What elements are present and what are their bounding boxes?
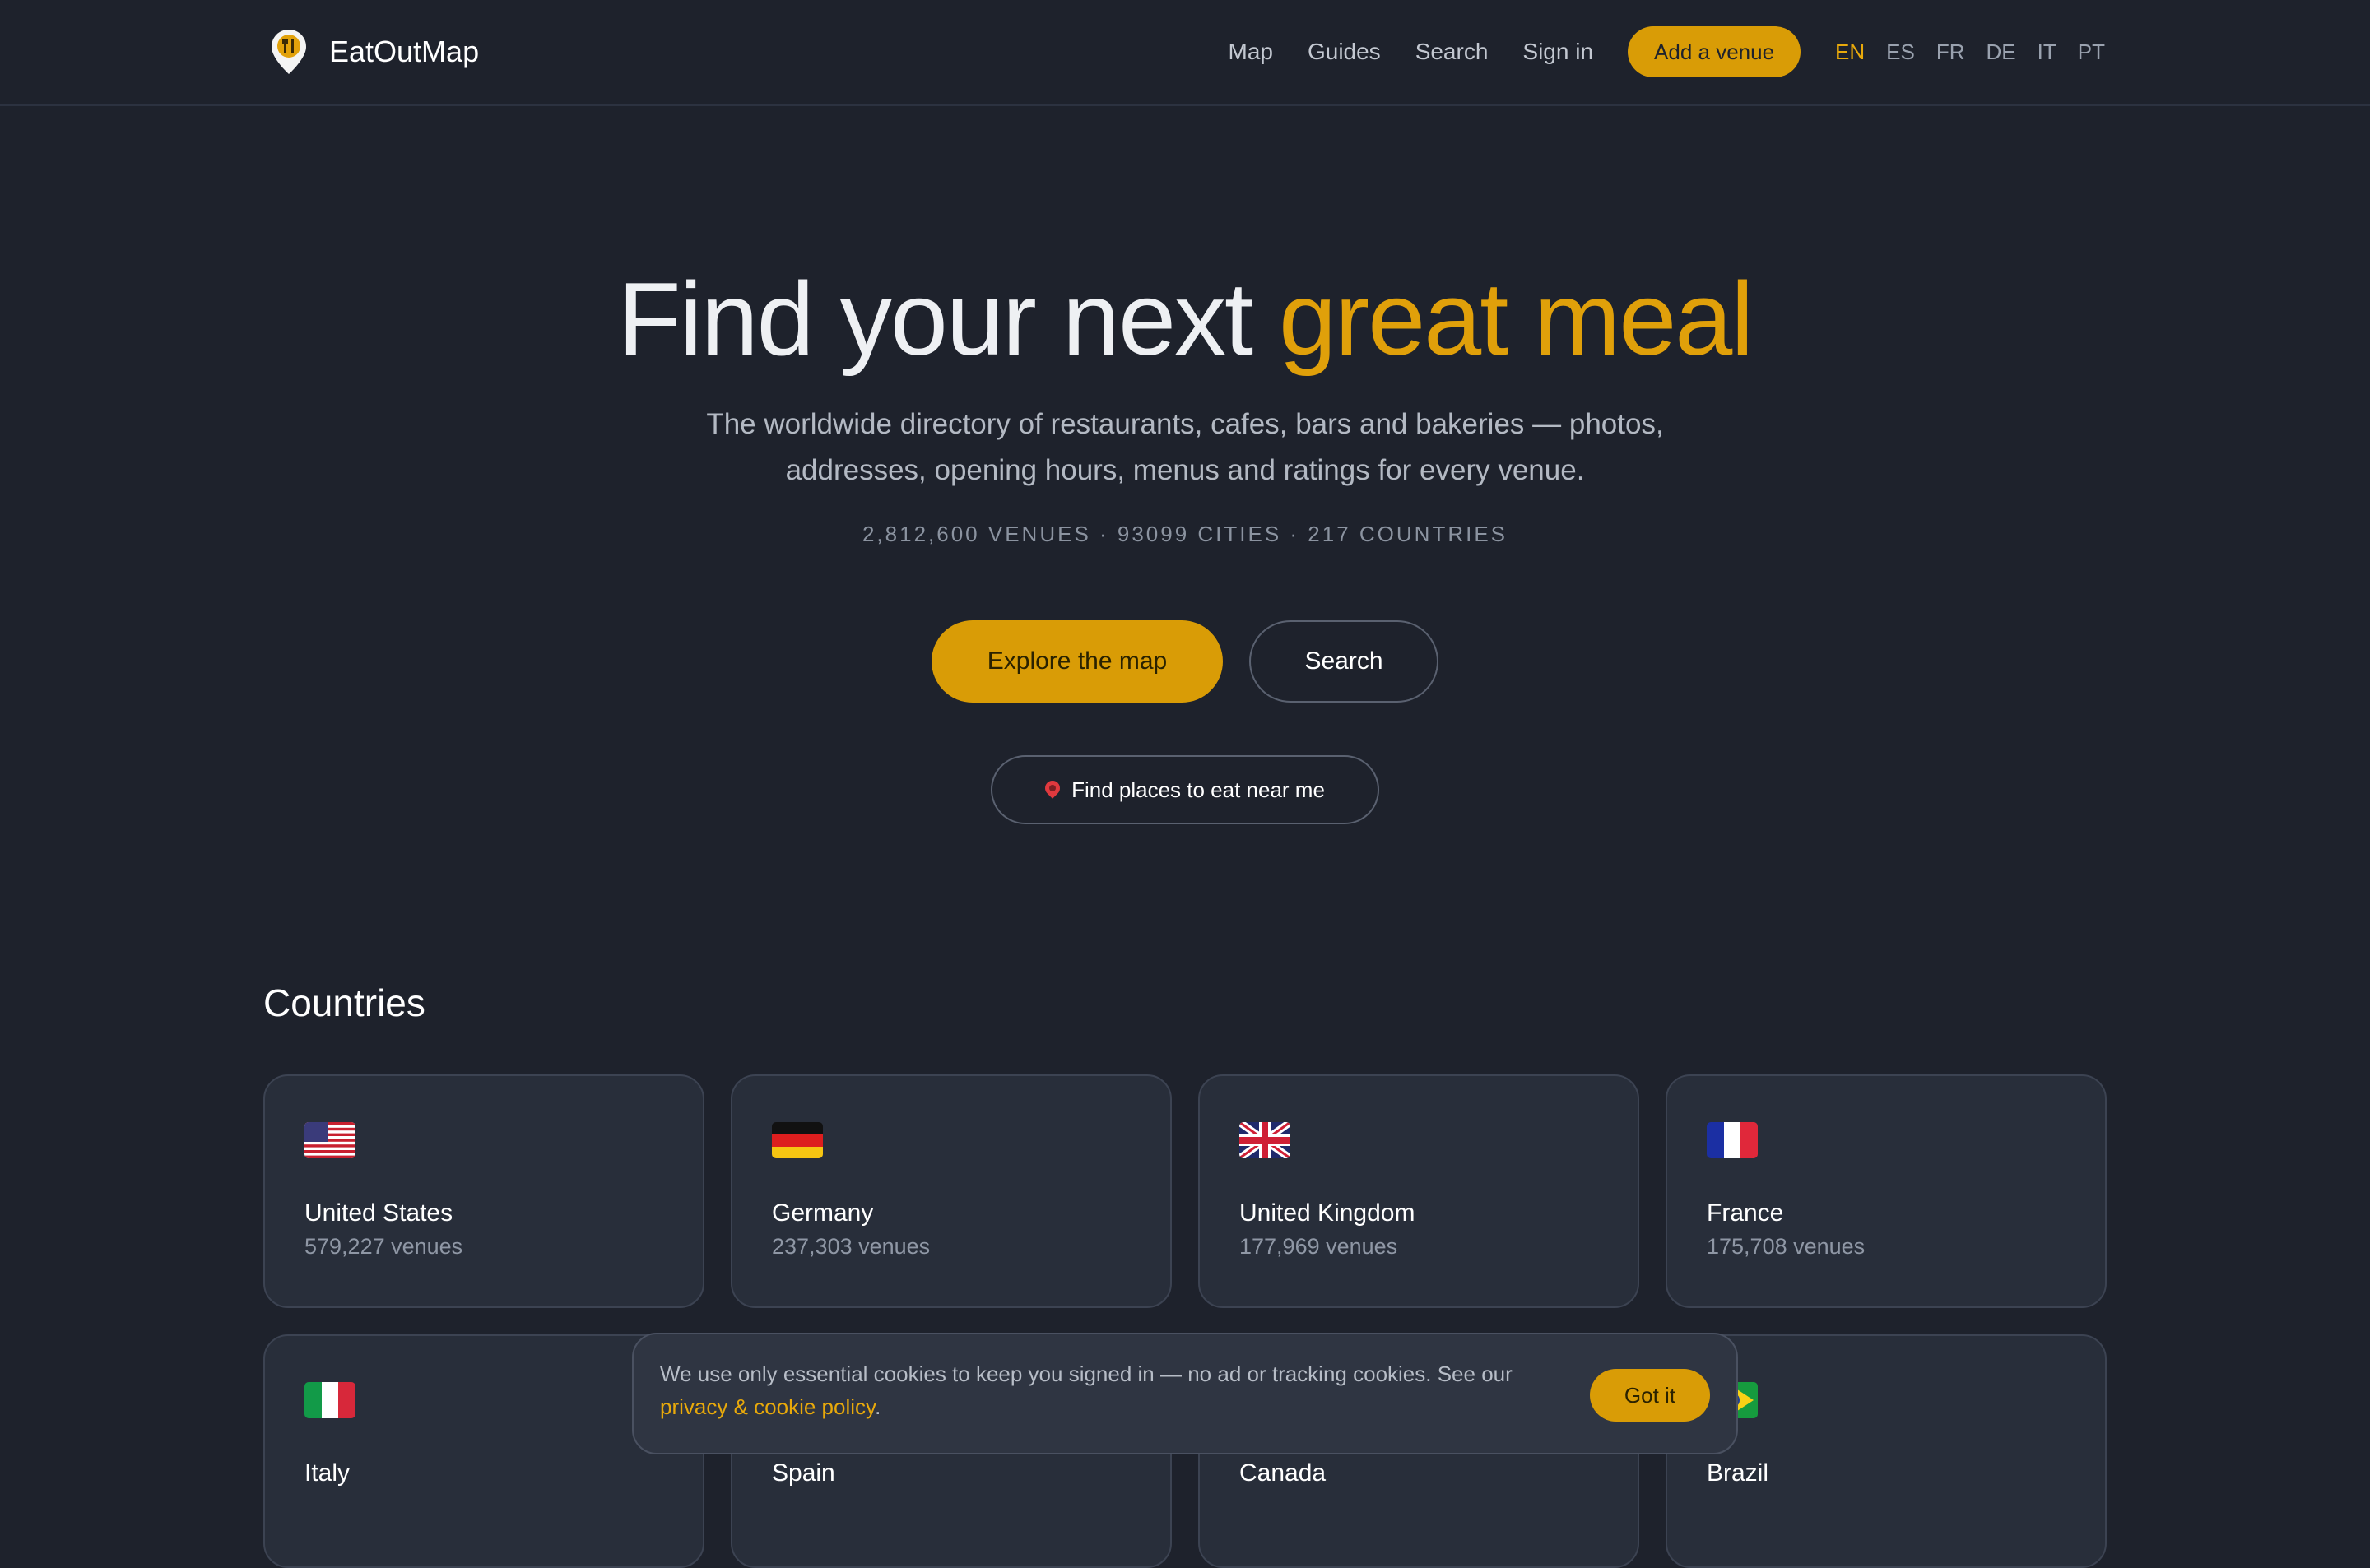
country-name: Canada <box>1239 1459 1327 1487</box>
country-card-us[interactable]: United States 579,227 venues <box>263 1074 704 1308</box>
main-nav: Map Guides Search Sign in Add a venue EN… <box>1229 25 2105 79</box>
venue-count: 177,969 venues <box>1239 1234 1398 1259</box>
de-flag-icon <box>772 1122 823 1158</box>
brand-link[interactable]: EatOutMap <box>270 28 479 76</box>
cookie-banner: We use only essential cookies to keep yo… <box>632 1333 1738 1454</box>
explore-map-button[interactable]: Explore the map <box>932 620 1223 703</box>
country-card-gb[interactable]: United Kingdom 177,969 venues <box>1198 1074 1639 1308</box>
hero-title-accent: great meal <box>1279 261 1754 377</box>
lang-de[interactable]: DE <box>1987 39 2016 65</box>
search-button[interactable]: Search <box>1249 620 1438 703</box>
venue-count: 579,227 venues <box>304 1234 463 1259</box>
lang-es[interactable]: ES <box>1886 39 1915 65</box>
hero-subtitle: The worldwide directory of restaurants, … <box>706 408 1664 486</box>
language-switcher: EN ES FR DE IT PT <box>1835 39 2105 65</box>
venue-count: 237,303 venues <box>772 1234 931 1259</box>
lang-fr[interactable]: FR <box>1936 39 1965 65</box>
lang-it[interactable]: IT <box>2038 39 2056 65</box>
map-pin-logo-icon <box>270 28 308 76</box>
country-name: Brazil <box>1707 1459 1769 1487</box>
lang-pt[interactable]: PT <box>2078 39 2105 65</box>
country-name: Spain <box>772 1459 835 1487</box>
nav-map[interactable]: Map <box>1229 39 1273 65</box>
hero-stats: 2,812,600 VENUES · 93099 CITIES · 217 CO… <box>862 522 1508 546</box>
find-near-me-button[interactable]: Find places to eat near me <box>991 755 1379 824</box>
location-pin-icon <box>1042 777 1063 799</box>
country-name: Germany <box>772 1199 874 1227</box>
cookie-text: We use only essential cookies to keep yo… <box>660 1357 1565 1423</box>
venue-count: 175,708 venues <box>1707 1234 1866 1259</box>
country-name: United States <box>304 1199 453 1227</box>
country-name: United Kingdom <box>1239 1199 1415 1227</box>
add-venue-button[interactable]: Add a venue <box>1628 26 1801 77</box>
cookie-message: We use only essential cookies to keep yo… <box>660 1362 1513 1386</box>
country-name: Italy <box>304 1459 351 1487</box>
cookie-policy-link[interactable]: privacy & cookie policy <box>660 1394 875 1419</box>
country-card-de[interactable]: Germany 237,303 venues <box>731 1074 1172 1308</box>
nav-guides[interactable]: Guides <box>1308 39 1381 65</box>
gb-flag-icon <box>1239 1122 1290 1158</box>
brand-name: EatOutMap <box>329 35 480 68</box>
country-name: France <box>1707 1199 1784 1227</box>
cookie-accept-button[interactable]: Got it <box>1590 1369 1710 1422</box>
nav-sign-in[interactable]: Sign in <box>1522 39 1593 65</box>
nav-search[interactable]: Search <box>1415 39 1489 65</box>
lang-en[interactable]: EN <box>1835 39 1865 65</box>
site-header: EatOutMap Map Guides Search Sign in Add … <box>0 0 2370 106</box>
country-card-fr[interactable]: France 175,708 venues <box>1666 1074 2107 1308</box>
hero-title: Find your next great meal <box>0 262 2370 377</box>
fr-flag-icon <box>1707 1122 1758 1158</box>
it-flag-icon <box>304 1382 356 1418</box>
us-flag-icon <box>304 1122 356 1158</box>
countries-heading: Countries <box>263 981 425 1024</box>
cookie-suffix: . <box>875 1394 881 1419</box>
hero-title-main: Find your next <box>617 261 1280 377</box>
find-near-me-label: Find places to eat near me <box>1071 777 1325 802</box>
